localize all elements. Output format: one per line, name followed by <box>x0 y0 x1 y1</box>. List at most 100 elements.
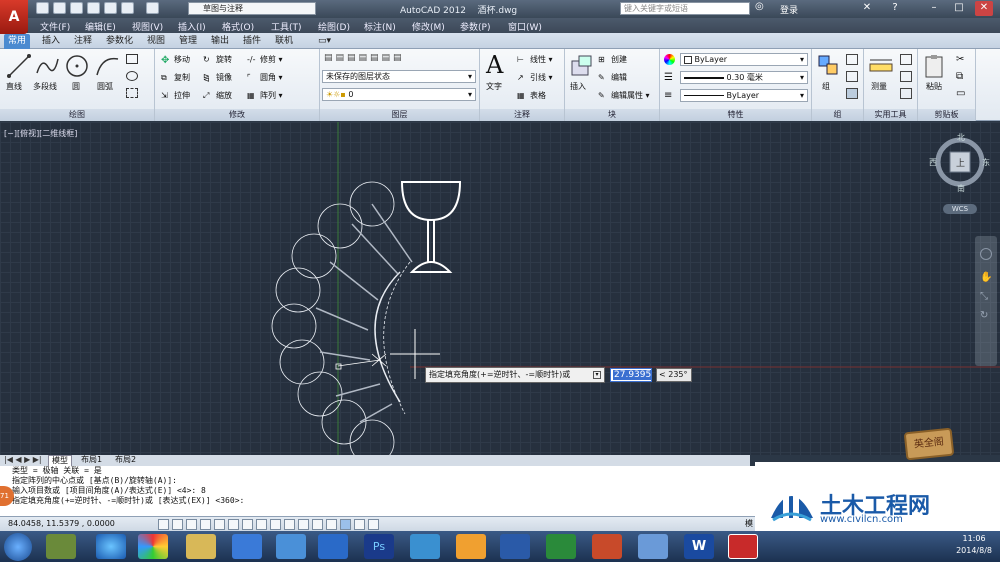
rotate-button[interactable]: ↻ 旋转 <box>203 54 232 65</box>
ungroup-icon[interactable] <box>846 54 858 65</box>
grid-toggle[interactable] <box>186 519 197 530</box>
star-icon[interactable] <box>456 534 486 559</box>
help-icon[interactable]: ? <box>886 1 904 16</box>
qq-icon[interactable] <box>276 534 306 559</box>
explorer-icon[interactable] <box>186 534 216 559</box>
create-block-button[interactable]: ⊞ 创建 <box>598 54 627 65</box>
otrack-toggle[interactable] <box>256 519 267 530</box>
text-icon[interactable]: A <box>486 51 503 79</box>
ortho-toggle[interactable] <box>200 519 211 530</box>
stretch-button[interactable]: ⇲ 拉伸 <box>161 90 190 101</box>
tab-extra-icon[interactable]: ▭▾ <box>314 34 335 49</box>
menu-format[interactable]: 格式(O) <box>222 20 254 33</box>
word-icon[interactable] <box>500 534 530 559</box>
bird-icon[interactable] <box>410 534 440 559</box>
save-icon[interactable] <box>70 2 83 14</box>
tab-annotate[interactable]: 注释 <box>70 34 96 49</box>
layer-combo[interactable]: ☀☼▪ 0 ▾ <box>322 88 476 101</box>
lineweight-combo[interactable]: 0.30 毫米 ▾ <box>680 71 808 84</box>
menu-tools[interactable]: 工具(T) <box>271 20 302 33</box>
coordinate-readout[interactable]: 84.0458, 11.5379 , 0.0000 <box>8 517 115 531</box>
tab-layout1[interactable]: 布局1 <box>78 455 105 465</box>
fill-angle-input[interactable]: 27.9395 <box>610 368 653 382</box>
measure-icon[interactable] <box>868 55 894 81</box>
tab-insert[interactable]: 插入 <box>38 34 64 49</box>
util-icon-1[interactable] <box>900 54 912 65</box>
command-line[interactable]: 类型 = 极轴 关联 = 是 指定阵列的中心点或 [基点(B)/旋转轴(A)]:… <box>0 466 755 516</box>
chrome-icon[interactable] <box>138 534 168 559</box>
leader-button[interactable]: ↗ 引线 ▾ <box>517 72 553 83</box>
trim-button[interactable]: -/- 修剪 ▾ <box>247 54 283 65</box>
fillet-button[interactable]: ⌜ 圆角 ▾ <box>247 72 283 83</box>
ellipse-icon[interactable] <box>126 71 138 81</box>
start-button[interactable] <box>4 533 32 561</box>
minimize-icon[interactable]: – <box>925 1 943 16</box>
copy-button[interactable]: ⧉ 复制 <box>161 72 190 83</box>
group-select-icon[interactable] <box>846 88 858 99</box>
print-icon[interactable] <box>104 2 117 14</box>
tool-icon[interactable] <box>318 534 348 559</box>
snap-toggle[interactable] <box>172 519 183 530</box>
groups-panel-title[interactable]: 组 <box>812 109 863 121</box>
polyline-icon[interactable] <box>34 53 60 79</box>
color-combo[interactable]: ByLayer ▾ <box>680 53 808 66</box>
edit-block-button[interactable]: ✎ 编辑 <box>598 72 627 83</box>
menu-modify[interactable]: 修改(M) <box>412 20 445 33</box>
saveas-icon[interactable] <box>87 2 100 14</box>
line-icon[interactable] <box>6 53 32 79</box>
zoom-icon[interactable]: ⤡ <box>980 291 992 302</box>
binoculars-icon[interactable]: ◎ <box>755 1 775 16</box>
array-button[interactable]: ▦ 阵列 ▾ <box>247 90 283 101</box>
tab-layout2[interactable]: 布局2 <box>112 455 139 465</box>
insert-block-icon[interactable] <box>569 53 595 79</box>
compass-east[interactable]: 东 <box>982 157 990 168</box>
maximize-icon[interactable]: □ <box>950 1 968 16</box>
pan-icon[interactable]: ✋ <box>980 272 992 283</box>
mirror-button[interactable]: ⧎ 镜像 <box>203 72 232 83</box>
paste-icon[interactable] <box>922 53 948 79</box>
tpy-toggle[interactable] <box>312 519 323 530</box>
undo-icon[interactable] <box>121 2 134 14</box>
tab-plugins[interactable]: 插件 <box>239 34 265 49</box>
navigation-bar[interactable]: ✋ ⤡ ↻ <box>975 236 997 366</box>
table-button[interactable]: ▦ 表格 <box>517 90 546 101</box>
redo-icon[interactable] <box>146 2 159 14</box>
wps-icon[interactable]: W <box>684 534 714 559</box>
tab-nav-arrows[interactable]: |◀ ◀ ▶ ▶| <box>4 455 42 465</box>
exchange-icon[interactable]: ✕ <box>858 1 876 16</box>
3dosnap-toggle[interactable] <box>242 519 253 530</box>
menu-parametric[interactable]: 参数(P) <box>460 20 490 33</box>
menu-window[interactable]: 窗口(W) <box>508 20 542 33</box>
model-space-label[interactable]: 模 <box>745 517 753 531</box>
viewcube-top[interactable]: 上 <box>956 156 965 169</box>
app-menu-button[interactable]: A <box>0 0 28 34</box>
steering-wheel-icon[interactable] <box>980 248 992 260</box>
new-icon[interactable] <box>36 2 49 14</box>
tab-home[interactable]: 常用 <box>4 34 31 49</box>
scale-button[interactable]: ⤢ 缩放 <box>203 90 232 101</box>
qp-toggle[interactable] <box>326 519 337 530</box>
arc-icon[interactable] <box>94 53 120 79</box>
login-button[interactable]: 登录 <box>780 3 798 16</box>
move-button[interactable]: ✥ 移动 <box>161 54 190 66</box>
media-icon[interactable] <box>232 534 262 559</box>
menu-draw[interactable]: 绘图(D) <box>318 20 350 33</box>
lwt-toggle[interactable] <box>298 519 309 530</box>
menu-edit[interactable]: 编辑(E) <box>85 20 116 33</box>
system-clock[interactable]: 11:06 2014/8/8 <box>956 533 992 557</box>
compass-south[interactable]: 南 <box>957 183 965 194</box>
linetype-combo[interactable]: ByLayer ▾ <box>680 89 808 102</box>
photoshop-icon[interactable]: Ps <box>364 534 394 559</box>
osnap-toggle[interactable] <box>228 519 239 530</box>
match-prop-icon[interactable]: ▭ <box>956 88 965 99</box>
taskbar-app-1[interactable] <box>46 534 76 559</box>
linear-button[interactable]: ⊢ 线性 ▾ <box>517 54 553 65</box>
cmd-current-line[interactable]: 指定填充角度(+=逆时针、-=顺时针)或 [表达式(EX)] <360>: <box>12 496 755 506</box>
util-icon-2[interactable] <box>900 71 912 82</box>
workspace-select[interactable]: 草图与注释 <box>188 2 316 15</box>
rectangle-icon[interactable] <box>126 54 138 64</box>
compass-west[interactable]: 西 <box>929 157 937 168</box>
layer-state-combo[interactable]: 未保存的图层状态 ▾ <box>322 70 476 83</box>
orbit-icon[interactable]: ↻ <box>980 310 992 321</box>
tab-output[interactable]: 输出 <box>207 34 233 49</box>
